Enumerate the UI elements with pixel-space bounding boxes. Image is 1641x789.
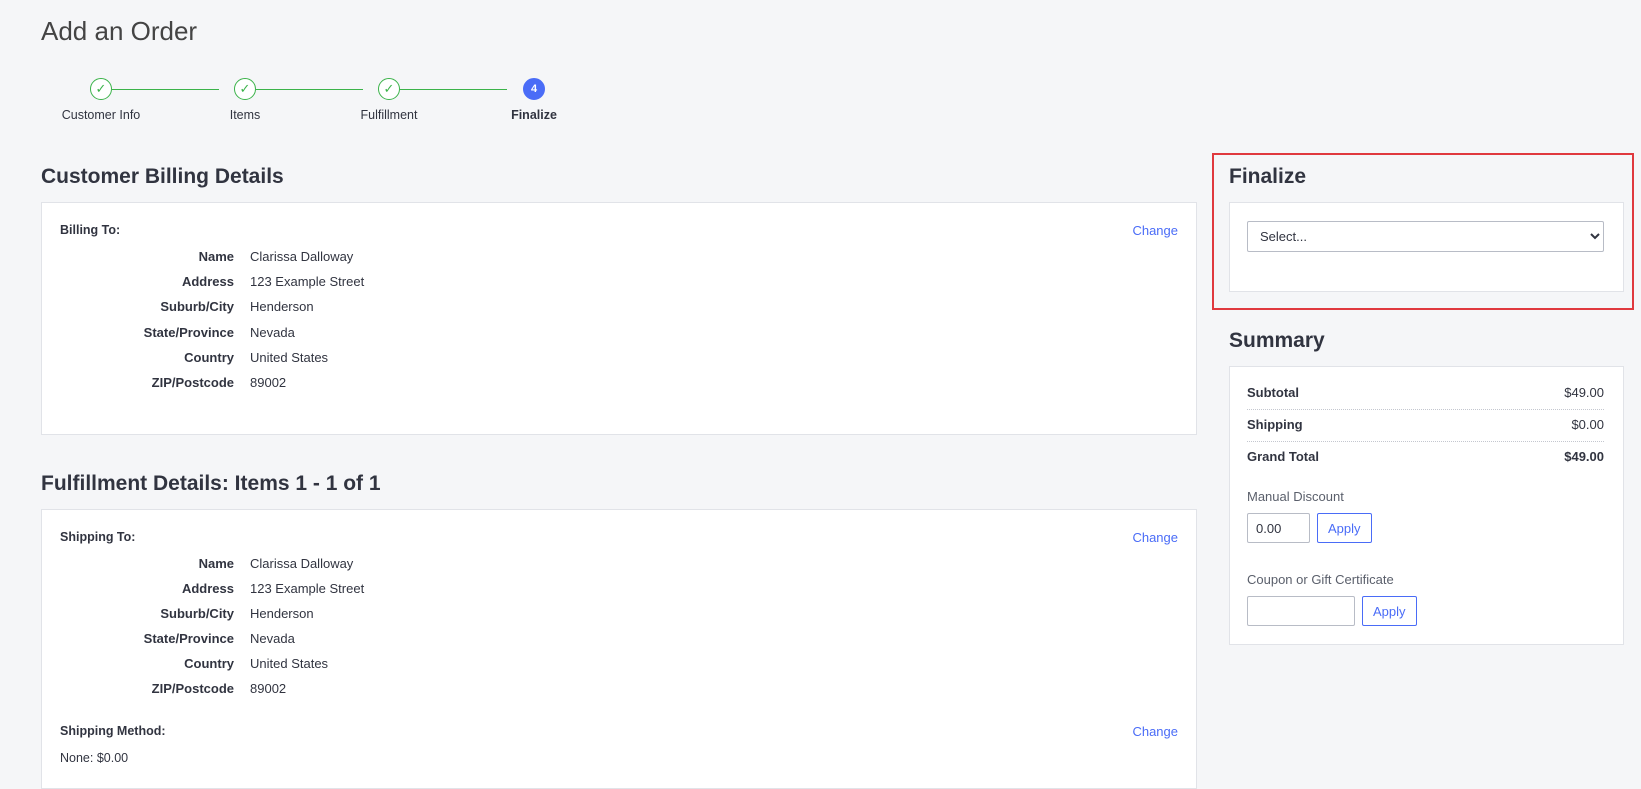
summary-label: Grand Total [1247,449,1319,464]
detail-value: Nevada [250,631,295,646]
shipping-method-value: None: $0.00 [60,751,129,765]
check-icon: ✓ [234,78,256,100]
summary-value: $49.00 [1564,449,1604,464]
detail-value: Clarissa Dalloway [250,556,354,571]
fulfillment-panel: Shipping To: Change Name Clarissa Dallow… [41,509,1197,789]
finalize-select[interactable]: Select... [1247,221,1604,252]
billing-panel: Billing To: Change Name Clarissa Dallowa… [41,202,1197,435]
change-shipping-method-link[interactable]: Change [1132,724,1178,739]
detail-value: 123 Example Street [250,581,365,596]
fulfillment-section-title: Fulfillment Details: Items 1 - 1 of 1 [41,472,381,495]
step-fulfillment[interactable]: ✓ Fulfillment [329,78,449,122]
finalize-section-title: Finalize [1229,165,1307,188]
detail-label: Country [184,656,234,671]
step-label: Items [229,108,261,122]
shipping-heading: Shipping To: [60,530,136,544]
page-title: Add an Order [41,16,198,46]
step-items[interactable]: ✓ Items [185,78,305,122]
summary-label: Shipping [1247,417,1303,432]
detail-value: 89002 [250,681,287,696]
summary-label: Subtotal [1247,385,1299,400]
summary-row-subtotal: Subtotal $49.00 [1247,379,1604,410]
summary-value: $49.00 [1564,385,1604,400]
detail-value: United States [250,350,329,365]
step-customer-info[interactable]: ✓ Customer Info [41,78,161,122]
step-finalize: 4 Finalize [474,78,594,122]
check-icon: ✓ [378,78,400,100]
detail-label: Suburb/City [160,299,234,314]
apply-coupon-button[interactable]: Apply [1362,596,1417,626]
detail-label: State/Province [143,325,234,340]
detail-value: Nevada [250,325,295,340]
shipping-method-heading: Shipping Method: [60,724,166,738]
change-shipping-link[interactable]: Change [1132,530,1178,545]
detail-label: Name [198,249,234,264]
detail-label: Country [184,350,234,365]
detail-value: 89002 [250,375,287,390]
detail-label: State/Province [143,631,234,646]
step-number-badge: 4 [523,78,545,100]
detail-value: Henderson [250,299,314,314]
detail-label: Name [198,556,234,571]
summary-section-title: Summary [1229,329,1325,352]
billing-section-title: Customer Billing Details [41,165,284,188]
billing-heading: Billing To: [60,223,121,237]
manual-discount-input[interactable] [1247,513,1310,543]
manual-discount-label: Manual Discount [1247,489,1344,504]
detail-label: Address [181,581,234,596]
change-billing-link[interactable]: Change [1132,223,1178,238]
check-icon: ✓ [90,78,112,100]
detail-label: Address [181,274,234,289]
step-label: Customer Info [61,108,141,122]
detail-value: Clarissa Dalloway [250,249,354,264]
detail-label: ZIP/Postcode [151,681,234,696]
detail-label: Suburb/City [160,606,234,621]
summary-row-shipping: Shipping $0.00 [1247,411,1604,442]
step-label: Finalize [511,108,557,122]
detail-value: Henderson [250,606,314,621]
detail-value: United States [250,656,329,671]
step-label: Fulfillment [360,108,418,122]
coupon-label: Coupon or Gift Certificate [1247,572,1394,587]
summary-row-grand-total: Grand Total $49.00 [1247,443,1604,474]
apply-discount-button[interactable]: Apply [1317,513,1372,543]
coupon-input[interactable] [1247,596,1355,626]
detail-value: 123 Example Street [250,274,365,289]
detail-label: ZIP/Postcode [151,375,234,390]
order-stepper: ✓ Customer Info ✓ Items ✓ Fulfillment 4 … [41,78,581,138]
summary-value: $0.00 [1571,417,1604,432]
